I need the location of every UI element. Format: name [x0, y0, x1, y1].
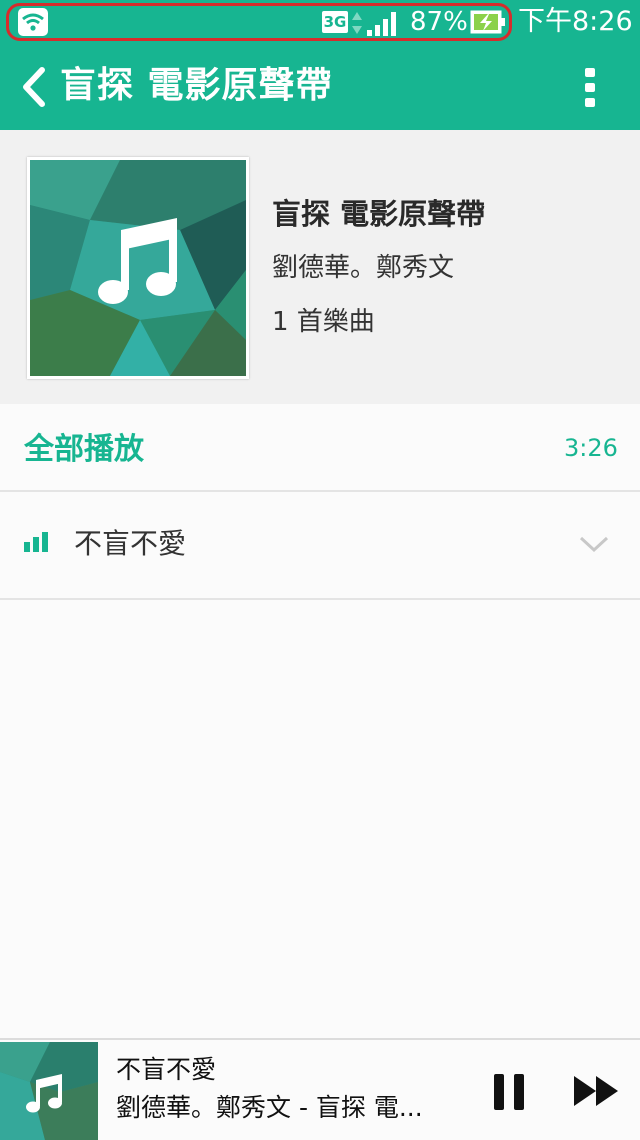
- album-cover-art: [30, 160, 246, 376]
- battery-charging-icon: [470, 10, 505, 34]
- mini-player[interactable]: 不盲不愛 劉德華。鄭秀文 - 盲探 電...: [0, 1038, 640, 1140]
- mini-player-subtitle: 劉德華。鄭秀文 - 盲探 電...: [116, 1093, 423, 1122]
- now-playing-equalizer-icon: [24, 532, 48, 552]
- status-clock: 下午8:26: [518, 6, 633, 37]
- mini-player-title: 不盲不愛: [116, 1055, 217, 1084]
- wifi-icon: [18, 8, 48, 36]
- mini-player-cover: [0, 1042, 98, 1140]
- signal-icon: [367, 12, 396, 36]
- page-title: 盲探 電影原聲帶: [60, 65, 333, 106]
- album-artist: 劉德華。鄭秀文: [272, 253, 455, 283]
- pause-icon[interactable]: [490, 1072, 530, 1112]
- play-all-label[interactable]: 全部播放: [24, 430, 144, 470]
- back-icon[interactable]: [14, 62, 54, 112]
- app-toolbar: 盲探 電影原聲帶: [0, 44, 640, 130]
- overflow-menu-icon[interactable]: [574, 62, 606, 112]
- play-all-row[interactable]: 全部播放 3:26: [0, 404, 640, 492]
- album-track-count: 1 首樂曲: [272, 307, 375, 337]
- network-arrows-icon: [352, 12, 362, 34]
- status-bar: 3G 87% 下午8:26: [0, 0, 640, 44]
- album-cover: [27, 157, 249, 379]
- track-title: 不盲不愛: [74, 527, 187, 560]
- album-header: 盲探 電影原聲帶 劉德華。鄭秀文 1 首樂曲: [0, 130, 640, 406]
- fast-forward-icon[interactable]: [572, 1074, 622, 1108]
- track-row[interactable]: 不盲不愛: [0, 492, 640, 600]
- network-type-badge: 3G: [322, 11, 348, 33]
- battery-percent: 87%: [410, 7, 468, 37]
- album-title: 盲探 電影原聲帶: [272, 197, 486, 231]
- chevron-down-icon[interactable]: [578, 534, 610, 554]
- total-duration: 3:26: [564, 434, 618, 462]
